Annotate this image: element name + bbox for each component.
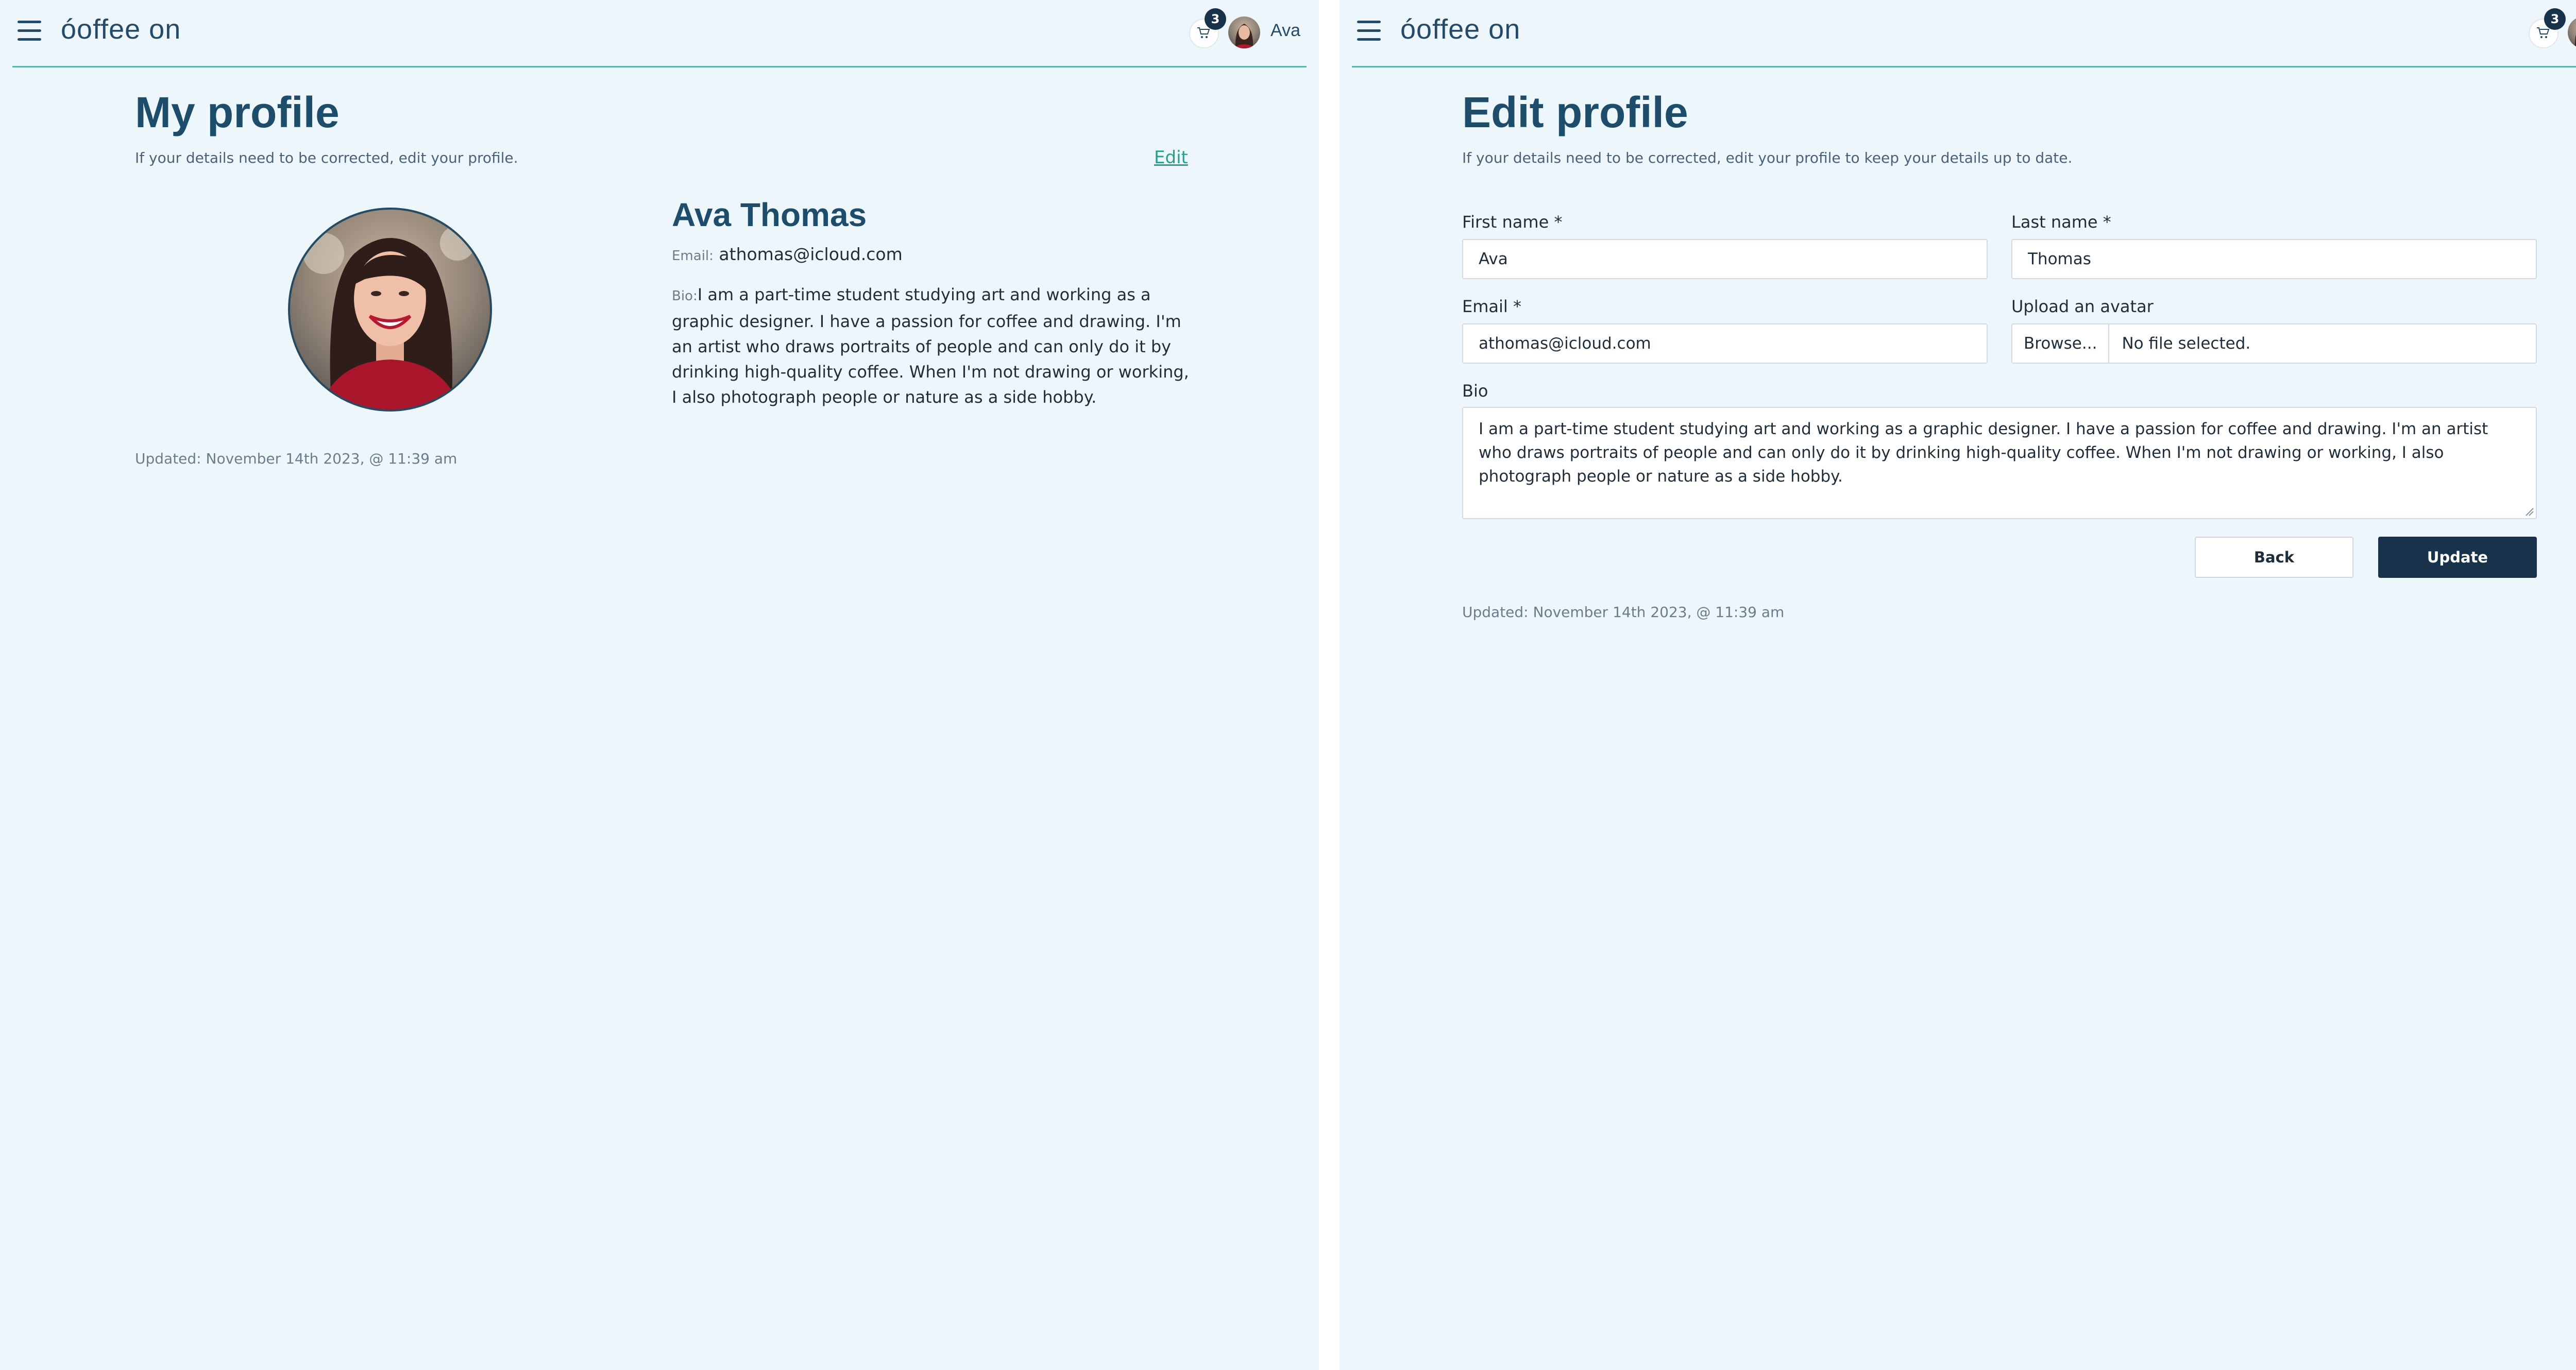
bio-label: Bio: (672, 288, 698, 304)
cart-count-badge: 3 (1205, 8, 1226, 30)
avatar-file-input[interactable]: Browse... No file selected. (2011, 323, 2537, 364)
bio-text: I am a part-time student studying art an… (672, 285, 1189, 407)
last-name-label: Last name * (2011, 212, 2111, 232)
profile-email: Email: athomas@icloud.com (672, 244, 903, 264)
last-updated-text: Updated: November 14th 2023, @ 11:39 am (1462, 604, 1785, 621)
user-avatar[interactable] (2568, 16, 2576, 48)
profile-bio: Bio:I am a part-time student studying ar… (672, 282, 1192, 410)
page-subtitle: If your details need to be corrected, ed… (135, 149, 518, 166)
bio-text: I am a part-time student studying art an… (1479, 420, 2488, 486)
bio-textarea[interactable]: I am a part-time student studying art an… (1462, 407, 2537, 519)
bio-label: Bio (1462, 381, 1488, 401)
first-name-input[interactable]: Ava (1462, 239, 1988, 279)
email-label: Email * (1462, 297, 1521, 316)
hamburger-menu-icon[interactable] (1357, 21, 1381, 41)
email-value: athomas@icloud.com (719, 244, 903, 264)
page-subtitle: If your details need to be corrected, ed… (1462, 149, 2073, 166)
resize-grip-icon[interactable] (2524, 506, 2534, 517)
edit-profile-form: Edit profile If your details need to be … (1462, 0, 2546, 670)
my-profile-panel: óoffee on 3 Ava My profile If your detai… (0, 0, 1319, 1370)
profile-photo (288, 208, 492, 412)
first-name-label: First name * (1462, 212, 1563, 232)
update-button[interactable]: Update (2378, 537, 2537, 578)
last-updated-text: Updated: November 14th 2023, @ 11:39 am (135, 450, 457, 467)
cart-icon (1197, 27, 1210, 38)
cart-button[interactable]: 3 (1189, 8, 1226, 48)
username-label[interactable]: Ava (1270, 21, 1300, 41)
user-avatar[interactable] (1228, 16, 1260, 48)
last-name-input[interactable]: Thomas (2011, 239, 2537, 279)
browse-button[interactable]: Browse... (2012, 324, 2110, 363)
page-title: My profile (135, 88, 340, 136)
site-logo[interactable]: óoffee on (61, 13, 181, 45)
avatar-upload-label: Upload an avatar (2011, 297, 2154, 316)
cart-count-badge: 3 (2544, 8, 2566, 30)
profile-name: Ava Thomas (672, 196, 867, 233)
hamburger-menu-icon[interactable] (18, 21, 41, 41)
email-label: Email: (672, 248, 714, 264)
email-input[interactable]: athomas@icloud.com (1462, 323, 1988, 364)
top-navbar: óoffee on 3 Ava (12, 0, 1307, 67)
edit-profile-link[interactable]: Edit (1154, 147, 1188, 168)
edit-profile-panel: óoffee on 3 Ava Edit profile If your det… (1340, 0, 2576, 1370)
file-status-text: No file selected. (2122, 334, 2251, 353)
page-title: Edit profile (1462, 88, 1688, 136)
back-button[interactable]: Back (2195, 537, 2353, 578)
